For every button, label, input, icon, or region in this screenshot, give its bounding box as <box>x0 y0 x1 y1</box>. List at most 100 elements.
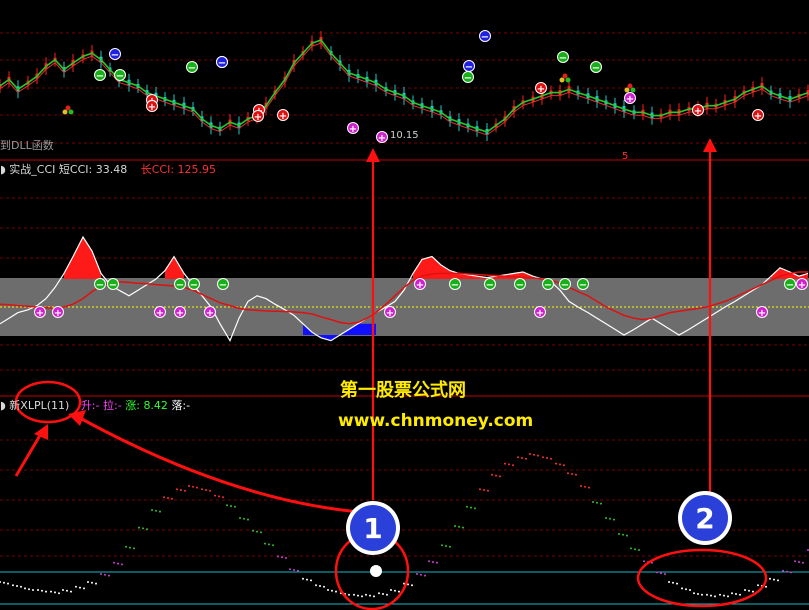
xlpl-dot <box>12 584 14 587</box>
xlpl-dot <box>268 543 270 546</box>
xlpl-up-value: 8.42 <box>143 399 168 412</box>
xlpl-dot <box>398 590 400 593</box>
xlpl-dot <box>222 496 224 499</box>
xlpl-dot <box>129 546 131 549</box>
cci-long-value: 125.95 <box>177 163 217 176</box>
xlpl-dot <box>277 555 279 558</box>
xlpl-dot <box>146 528 148 531</box>
xlpl-dot <box>348 593 350 596</box>
xlpl-dot <box>710 594 712 597</box>
xlpl-dot <box>525 457 527 460</box>
xlpl-dot <box>668 581 670 583</box>
xlpl-dot <box>483 489 485 491</box>
cci-dot: ◗ <box>0 163 10 176</box>
cluster-dot-c-1 <box>562 73 568 79</box>
xlpl-dot <box>638 549 640 551</box>
badge-1-text: 1 <box>363 512 382 545</box>
blue-signal-0-glyph: − <box>111 50 119 61</box>
xlpl-dot <box>272 544 274 547</box>
xlpl-dot <box>466 505 468 508</box>
xlpl-dot <box>239 517 241 519</box>
xlpl-dot <box>394 589 396 592</box>
cluster-dot-b-1 <box>565 77 571 83</box>
cci-magenta-marker-7-glyph: + <box>536 308 544 319</box>
cci-green-marker-9-glyph: − <box>561 280 569 291</box>
cci-magenta-marker-1-glyph: + <box>54 308 62 319</box>
cci-magenta-marker-6-glyph: + <box>416 280 424 291</box>
xlpl-dot <box>454 525 456 527</box>
xlpl-dot <box>441 544 443 547</box>
cci-short-value: 33.48 <box>95 163 128 176</box>
xlpl-dot <box>739 593 741 596</box>
xlpl-dot <box>571 473 573 475</box>
xlpl-dot <box>786 570 788 573</box>
xlpl-dot <box>54 591 56 594</box>
xlpl-dot <box>681 587 683 590</box>
xlpl-dot <box>319 585 321 587</box>
xlpl-dot <box>782 569 784 572</box>
xlpl-dot <box>596 501 598 504</box>
circle-signal-2 <box>636 548 768 608</box>
xlpl-dot <box>769 577 771 580</box>
xlpl-dot <box>0 581 1 583</box>
xlpl-dot <box>45 590 47 593</box>
cci-long-label: 长CCI: <box>140 163 175 176</box>
xlpl-dot <box>297 569 299 572</box>
cci-magenta-marker-8-glyph: + <box>758 308 766 319</box>
xlpl-dot <box>529 453 531 455</box>
xlpl-pull-value: - <box>117 399 122 412</box>
cci-magenta-marker-9-glyph: + <box>798 280 806 291</box>
xlpl-dot <box>151 509 153 511</box>
xlpl-dot <box>487 489 489 492</box>
xlpl-dot <box>20 585 22 588</box>
xlpl-dot <box>365 593 367 596</box>
xlpl-dot <box>559 463 561 466</box>
xlpl-dot <box>580 485 582 487</box>
xlpl-dot <box>180 489 182 491</box>
low-price-label: 10.15 <box>390 130 419 141</box>
blue-signal-1-glyph: − <box>218 58 226 69</box>
magenta-buy-signal-0-glyph: + <box>349 124 357 135</box>
xlpl-dot <box>28 588 30 591</box>
xlpl-dot <box>100 573 102 575</box>
xlpl-dot <box>230 505 232 507</box>
cci-magenta-marker-0-glyph: + <box>36 308 44 319</box>
xlpl-dot <box>264 542 266 545</box>
xlpl-dot <box>70 590 72 593</box>
xlpl-dot <box>281 556 283 559</box>
xlpl-dot <box>798 561 800 563</box>
blue-signal-3-glyph: − <box>465 62 473 73</box>
xlpl-dot <box>693 592 695 595</box>
green-sell-signal-2-glyph: − <box>188 63 196 74</box>
xlpl-dot <box>676 582 678 585</box>
stock-chart-screenshot: −−−−−−−−−−−+++++++++++−−−−−−−−−−−−++++++… <box>0 0 809 610</box>
xlpl-dot <box>719 593 721 596</box>
xlpl-dot <box>95 582 97 585</box>
green-sell-signal-1-glyph: − <box>116 71 124 82</box>
xlpl-up-label: 涨: <box>125 399 140 412</box>
xlpl-dot <box>306 578 308 581</box>
cluster-dot-a-0 <box>62 109 68 115</box>
xlpl-dot <box>701 593 703 596</box>
xlpl-dot <box>75 585 77 588</box>
xlpl-dot <box>66 589 68 592</box>
xlpl-dot <box>163 496 165 499</box>
xlpl-dot <box>323 585 325 588</box>
xlpl-dot <box>310 579 312 582</box>
xlpl-dot <box>550 457 552 460</box>
xlpl-dot <box>369 594 371 597</box>
xlpl-dot <box>508 463 510 466</box>
xlpl-dot <box>167 497 169 499</box>
xlpl-dot <box>458 525 460 528</box>
chart-canvas: −−−−−−−−−−−+++++++++++−−−−−−−−−−−−++++++… <box>0 30 809 610</box>
xlpl-dot <box>218 495 220 498</box>
cluster-dot-b-0 <box>68 109 74 115</box>
red-buy-signal-7-glyph: + <box>148 102 156 113</box>
xlpl-dot <box>689 589 691 591</box>
xlpl-rise-value: - <box>95 399 100 412</box>
red-buy-signal-6-glyph: + <box>254 112 262 123</box>
cci-green-marker-10-glyph: − <box>579 280 587 291</box>
red-buy-signal-5-glyph: + <box>754 111 762 122</box>
xlpl-dot <box>752 590 754 593</box>
xlpl-dot <box>600 502 602 505</box>
